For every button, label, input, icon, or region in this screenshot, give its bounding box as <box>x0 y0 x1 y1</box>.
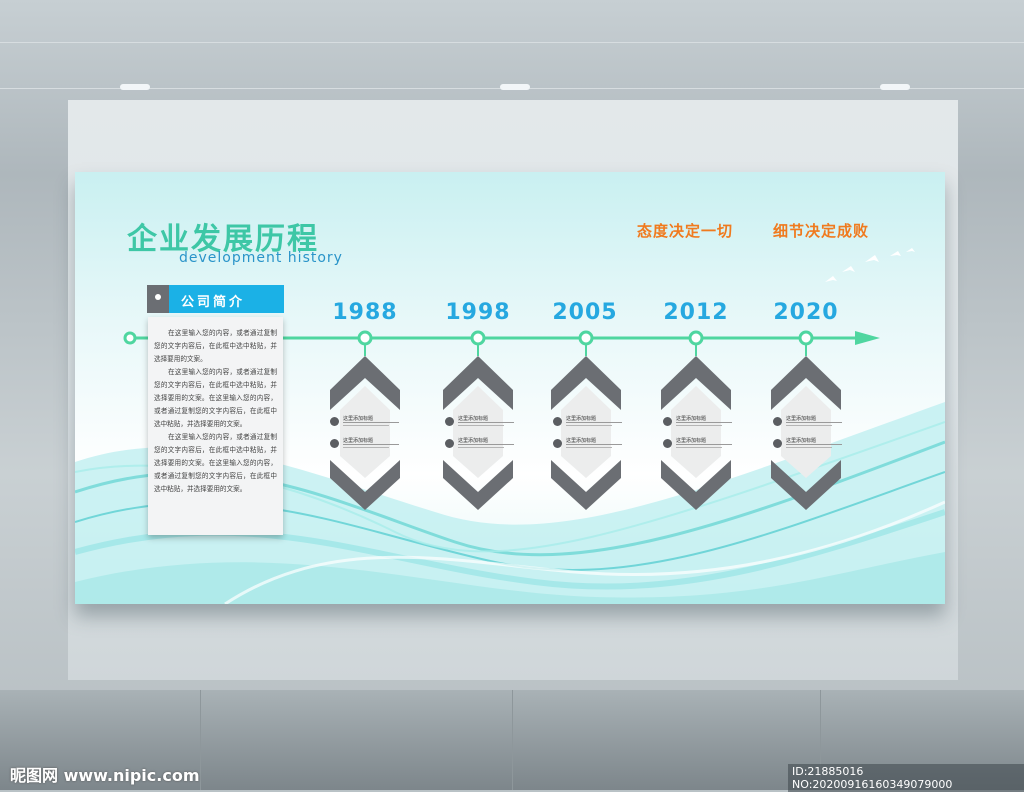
intro-tab-label: 公司简介 <box>181 295 246 310</box>
ceiling-line <box>0 42 1024 43</box>
watermark: 昵图网 www.nipic.com <box>10 766 200 785</box>
milestone-item: 这里添加标题 <box>330 415 400 429</box>
ceiling-light <box>500 84 530 90</box>
milestone-item: 这里添加标题 <box>445 437 515 451</box>
user-icon <box>553 417 562 426</box>
user-icon <box>553 439 562 448</box>
user-icon <box>663 417 672 426</box>
ceiling-light <box>880 84 910 90</box>
user-icon <box>663 439 672 448</box>
milestone-item: 这里添加标题 <box>330 437 400 451</box>
milestone-year: 2012 <box>663 300 729 325</box>
user-icon <box>445 439 454 448</box>
intro-tab: 公司简介 <box>147 285 284 313</box>
user-icon <box>773 417 782 426</box>
milestone-item: 这里添加标题 <box>773 437 843 451</box>
display-board: 企业发展历程 development history 态度决定一切 细节决定成败… <box>75 172 945 604</box>
floor-line <box>512 690 513 790</box>
milestone-item: 这里添加标题 <box>553 415 623 429</box>
milestone-item: 这里添加标题 <box>553 437 623 451</box>
intro-paragraph: 在这里输入您的内容，或者通过复制您的文字内容后，在此框中选中粘贴，并选择要用的文… <box>154 433 277 493</box>
milestone-item: 这里添加标题 <box>773 415 843 429</box>
intro-paragraph: 在这里输入您的内容，或者通过复制您的文字内容后，在此框中选中粘贴，并选择要用的文… <box>154 329 277 363</box>
user-icon <box>773 439 782 448</box>
image-id-label: ID:21885016 NO:20200916160349079000 <box>788 764 1024 792</box>
floor-line <box>200 690 201 790</box>
milestone-year: 1998 <box>445 300 511 325</box>
milestone-year: 2005 <box>552 300 618 325</box>
milestone-item: 这里添加标题 <box>663 415 733 429</box>
intro-card: 在这里输入您的内容，或者通过复制您的文字内容后，在此框中选中粘贴，并选择要用的文… <box>148 317 283 535</box>
milestone-year: 2020 <box>773 300 839 325</box>
milestone-item: 这里添加标题 <box>445 415 515 429</box>
milestone-year: 1988 <box>332 300 398 325</box>
tab-hole-icon <box>155 294 161 300</box>
intro-paragraph: 在这里输入您的内容，或者通过复制您的文字内容后，在此框中选中粘贴，并选择要用的文… <box>154 368 277 428</box>
milestone-item: 这里添加标题 <box>663 437 733 451</box>
user-icon <box>330 439 339 448</box>
user-icon <box>330 417 339 426</box>
user-icon <box>445 417 454 426</box>
ceiling-light <box>120 84 150 90</box>
